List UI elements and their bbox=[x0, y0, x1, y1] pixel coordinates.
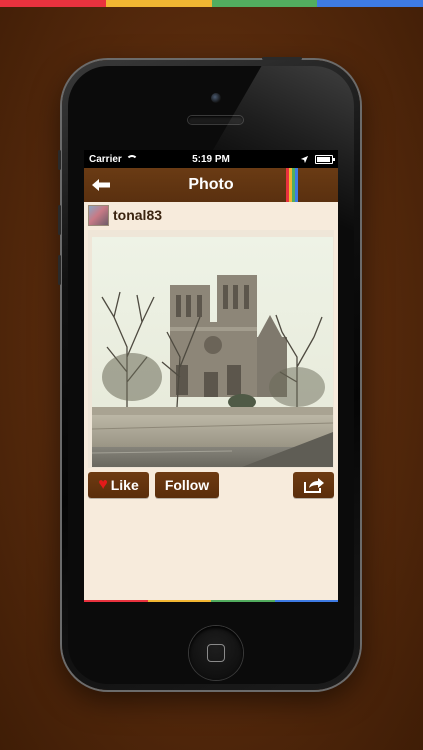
status-bar: Carrier 5:19 PM bbox=[84, 150, 338, 168]
battery-icon bbox=[315, 154, 335, 164]
post-photo[interactable] bbox=[92, 237, 333, 467]
photo-container bbox=[88, 230, 334, 468]
navigation-bar: Photo bbox=[84, 168, 338, 202]
page-title: Photo bbox=[188, 176, 234, 193]
brand-color-strip bbox=[0, 0, 423, 7]
post-header: tonal83 bbox=[84, 202, 338, 228]
user-avatar[interactable] bbox=[88, 204, 109, 226]
share-icon bbox=[303, 478, 324, 493]
like-label: Like bbox=[110, 477, 139, 493]
share-button[interactable] bbox=[293, 472, 334, 498]
follow-label: Follow bbox=[164, 477, 210, 493]
post-actions: ♥ Like Follow bbox=[84, 472, 338, 498]
mute-switch bbox=[58, 150, 61, 170]
power-button bbox=[262, 57, 302, 60]
bottom-color-strip bbox=[84, 600, 338, 602]
arrow-left-icon[interactable] bbox=[91, 178, 111, 192]
username-label[interactable]: tonal83 bbox=[113, 207, 162, 223]
volume-up-button bbox=[58, 205, 61, 235]
home-button-icon bbox=[207, 644, 225, 662]
like-button[interactable]: ♥ Like bbox=[88, 472, 149, 498]
follow-button[interactable]: Follow bbox=[155, 472, 219, 498]
heart-icon: ♥ bbox=[98, 476, 108, 493]
volume-down-button bbox=[58, 255, 61, 285]
status-time: 5:19 PM bbox=[192, 153, 230, 165]
front-camera bbox=[211, 93, 221, 103]
app-screen: Carrier 5:19 PM Photo tonal83 ♥ Like Fol… bbox=[84, 150, 338, 602]
home-button[interactable] bbox=[189, 626, 243, 680]
brand-stripes bbox=[286, 168, 298, 202]
earpiece-speaker bbox=[188, 116, 243, 124]
